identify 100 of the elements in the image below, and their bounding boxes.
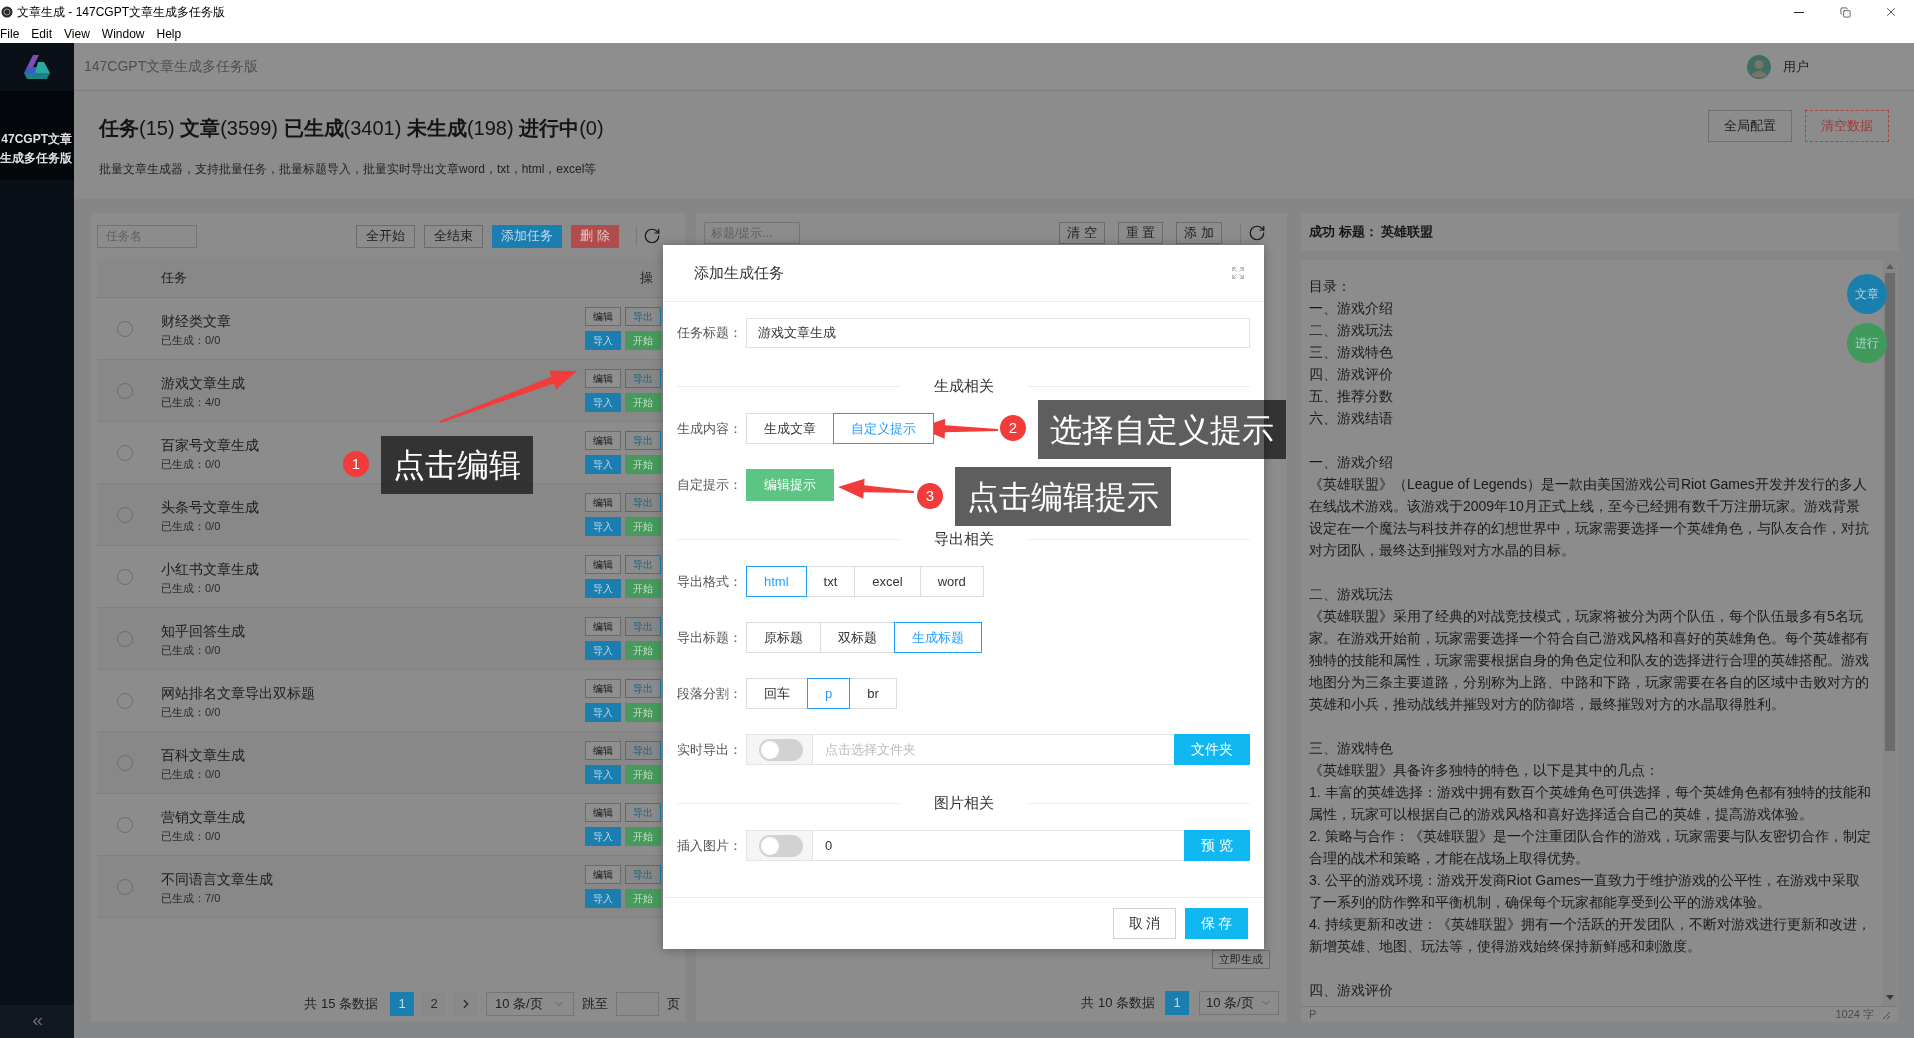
app-icon — [1, 6, 13, 18]
toolbar-button[interactable]: 添加任务 — [492, 224, 563, 248]
row-action-button[interactable]: 导出 — [625, 865, 661, 884]
toolbar-button[interactable]: 重 置 — [1117, 222, 1164, 244]
column-header: 任务 — [160, 269, 187, 288]
row-action-button[interactable]: 开始 — [625, 703, 661, 722]
dialog-button[interactable]: 保 存 — [1185, 908, 1248, 939]
page-button[interactable]: 1 — [390, 992, 414, 1016]
row-action-button[interactable]: 导出 — [625, 741, 661, 760]
row-action-button[interactable]: 开始 — [625, 517, 661, 536]
row-action-button[interactable]: 导入 — [585, 393, 621, 412]
row-action-button[interactable]: 导出 — [625, 555, 661, 574]
field-label: 生成内容： — [677, 419, 743, 438]
resize-handle-icon[interactable] — [1882, 1010, 1890, 1019]
row-action-button[interactable]: 编辑 — [585, 307, 621, 326]
expand-icon[interactable] — [1231, 266, 1245, 280]
row-action-button[interactable]: 开始 — [625, 393, 661, 412]
menu-item[interactable]: View — [64, 24, 90, 43]
menu-item[interactable]: Window — [101, 24, 145, 43]
avatar-icon[interactable] — [1747, 54, 1771, 79]
row-action-button[interactable]: 编辑 — [585, 555, 621, 574]
menu-item[interactable]: Edit — [31, 24, 53, 43]
row-action-button[interactable]: 开始 — [625, 827, 661, 846]
row-action-button[interactable]: 导出 — [625, 369, 661, 388]
text-input[interactable]: 0 — [813, 830, 1185, 861]
toolbar-button[interactable]: 添 加 — [1176, 222, 1222, 244]
scroll-up-icon[interactable] — [1886, 264, 1894, 269]
segment-option[interactable]: 回车 — [746, 678, 808, 709]
toolbar-button[interactable]: 全开始 — [356, 224, 416, 248]
menu-item[interactable]: Help — [156, 24, 182, 43]
row-action-button[interactable]: 导入 — [585, 703, 621, 722]
row-action-button[interactable]: 编辑 — [585, 803, 621, 822]
page-size-select[interactable]: 10 条/页 — [486, 992, 574, 1016]
segment-option[interactable]: 原标题 — [746, 622, 821, 653]
row-action-button[interactable]: 编辑 — [585, 865, 621, 884]
row-action-button[interactable]: 编辑 — [585, 493, 621, 512]
page-size-select[interactable]: 10 条/页 — [1199, 991, 1279, 1015]
row-action-button[interactable]: 开始 — [625, 455, 661, 474]
segment-option[interactable]: word — [919, 566, 984, 597]
user-name[interactable]: 用户 — [1783, 56, 1809, 77]
segment-option[interactable]: 双标题 — [820, 622, 895, 653]
toggle-switch[interactable] — [759, 834, 803, 857]
brand-name: 生成多任务版 — [0, 150, 72, 167]
row-action-button[interactable]: 编辑 — [585, 617, 621, 636]
row-action-button[interactable]: 编辑 — [585, 431, 621, 450]
segment-option[interactable]: excel — [854, 566, 921, 597]
row-action-button[interactable]: 编辑 — [585, 741, 621, 760]
page-button[interactable]: 1 — [1165, 991, 1189, 1015]
toolbar-button[interactable]: 全结束 — [424, 224, 484, 248]
row-action-button[interactable]: 导出 — [625, 617, 661, 636]
row-action-button[interactable]: 开始 — [625, 765, 661, 784]
field-button[interactable]: 文件夹 — [1174, 734, 1250, 765]
refresh-icon[interactable] — [1248, 224, 1266, 242]
task-name: 营销文章生成 — [161, 808, 245, 826]
segment-option[interactable]: p — [807, 678, 851, 709]
segment-option[interactable]: html — [746, 566, 807, 597]
annotation-callout: 点击编辑 — [381, 436, 533, 494]
row-action-button[interactable]: 导入 — [585, 641, 621, 660]
row-action-button[interactable]: 导出 — [625, 679, 661, 698]
scrollbar-track[interactable] — [1883, 260, 1897, 1006]
segment-option[interactable]: 自定义提示 — [833, 413, 934, 444]
row-action-button[interactable]: 导入 — [585, 827, 621, 846]
scroll-down-icon[interactable] — [1886, 995, 1894, 1000]
row-action-button[interactable]: 开始 — [625, 579, 661, 598]
toggle-switch[interactable] — [759, 738, 803, 761]
row-action-button[interactable]: 导入 — [585, 765, 621, 784]
row-action-button[interactable]: 导出 — [625, 431, 661, 450]
row-action-button[interactable]: 导出 — [625, 307, 661, 326]
toolbar-button[interactable]: 清 空 — [1059, 222, 1105, 244]
row-action-button[interactable]: 开始 — [625, 331, 661, 350]
row-action-button[interactable]: 导出 — [625, 493, 661, 512]
row-action-button[interactable]: 导入 — [585, 579, 621, 598]
header-button[interactable]: 清空数据 — [1805, 110, 1889, 142]
segment-option[interactable]: 生成文章 — [746, 413, 834, 444]
row-action-button[interactable]: 导入 — [585, 517, 621, 536]
row-action-button[interactable]: 编辑 — [585, 679, 621, 698]
field-button[interactable]: 预 览 — [1184, 830, 1250, 861]
header-button[interactable]: 全局配置 — [1708, 110, 1792, 142]
menu-item[interactable]: File — [0, 24, 20, 43]
refresh-icon[interactable] — [643, 227, 661, 245]
text-input[interactable]: 游戏文章生成 — [746, 318, 1250, 348]
dialog-button[interactable]: 取 消 — [1113, 908, 1176, 939]
row-action-button[interactable]: 导入 — [585, 455, 621, 474]
article-editor[interactable] — [1301, 260, 1898, 1022]
toolbar-button[interactable]: 删 除 — [571, 224, 619, 248]
generate-button[interactable]: 立即生成 — [1212, 950, 1270, 969]
float-button[interactable]: 文章 — [1847, 274, 1887, 314]
row-action-button[interactable]: 导入 — [585, 889, 621, 908]
edit-prompt-button[interactable]: 编辑提示 — [746, 469, 834, 501]
segment-option[interactable]: 生成标题 — [894, 622, 982, 653]
scrollbar-thumb[interactable] — [1885, 273, 1895, 751]
row-action-button[interactable]: 导出 — [625, 803, 661, 822]
segment-option[interactable]: br — [849, 678, 897, 709]
row-action-button[interactable]: 开始 — [625, 889, 661, 908]
float-button[interactable]: 进行 — [1847, 323, 1887, 363]
row-action-button[interactable]: 开始 — [625, 641, 661, 660]
text-input[interactable]: 点击选择文件夹 — [813, 734, 1174, 765]
segment-option[interactable]: txt — [805, 566, 856, 597]
row-action-button[interactable]: 导入 — [585, 331, 621, 350]
row-action-button[interactable]: 编辑 — [585, 369, 621, 388]
